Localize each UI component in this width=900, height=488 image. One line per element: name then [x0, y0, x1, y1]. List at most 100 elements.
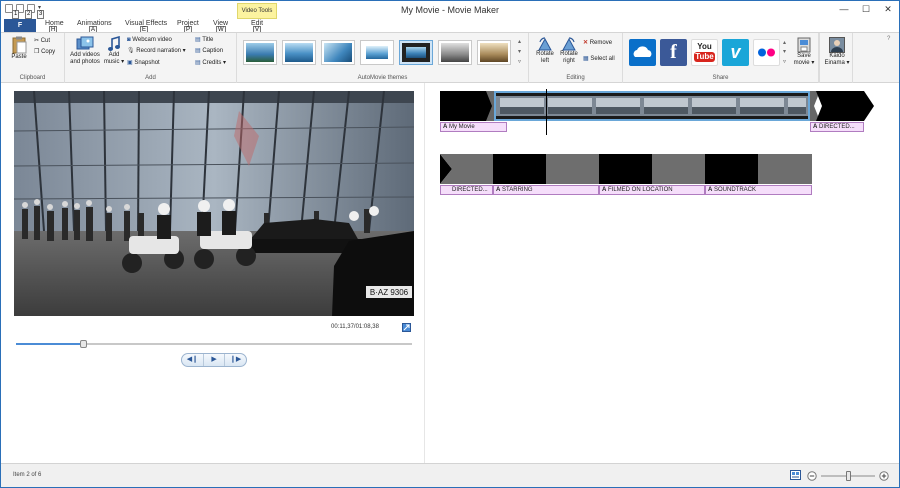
title-clip-my-movie[interactable] [440, 91, 494, 121]
rotate-left-label-1: Rotate [536, 51, 554, 57]
chevron-down-icon: ▾ [811, 60, 815, 66]
remove-label: Remove [589, 40, 613, 46]
title-label: Title [202, 37, 214, 43]
add-music-button[interactable]: Add music ▾ [103, 36, 125, 66]
group-share: f You Tube v ▴ ▾ ▿ Share [623, 33, 819, 83]
remove-button[interactable]: ✕ Remove [583, 39, 612, 47]
share-scroll-up-icon[interactable]: ▴ [783, 39, 786, 47]
theme-pan-zoom[interactable] [360, 40, 394, 65]
webcam-video-button[interactable]: ◙ Webcam video [127, 36, 172, 44]
next-frame-button[interactable]: ❙▶ [225, 354, 246, 366]
theme-default[interactable] [243, 40, 277, 65]
save-movie-button[interactable]: Save movie ▾ [793, 37, 815, 67]
vimeo-share-button[interactable]: v [722, 39, 749, 66]
zoom-slider-thumb[interactable] [846, 471, 851, 481]
theme-cinematic[interactable] [399, 40, 433, 65]
onedrive-share-button[interactable] [629, 39, 656, 66]
ribbon: Paste ✂ Cut ❐ Copy Clipboard Add videos … [1, 32, 899, 83]
play-button[interactable]: ▶ [204, 354, 226, 366]
caption-a-icon: A [496, 187, 501, 193]
zoom-out-icon[interactable] [807, 471, 817, 481]
title-bar: ▾ 1 2 3 Video Tools My Movie - Movie Mak… [1, 1, 899, 19]
seek-bar[interactable] [16, 340, 412, 348]
caption-directed-1[interactable]: A DIRECTED... [810, 122, 864, 132]
fullscreen-icon[interactable] [402, 323, 411, 332]
share-scroll-down-icon[interactable]: ▾ [783, 48, 786, 56]
caption-directed-2[interactable]: DIRECTED... [440, 185, 493, 195]
video-clip-selected[interactable] [494, 91, 810, 121]
theme-black-and-white[interactable] [438, 40, 472, 65]
seek-bar-thumb[interactable] [80, 340, 88, 348]
youtube-share-button[interactable]: You Tube [691, 39, 718, 66]
caption-my-movie-text: My Movie [449, 124, 475, 130]
user-avatar-icon [829, 37, 845, 53]
rotate-left-button[interactable]: Rotate left [533, 37, 557, 65]
caption-directed-2-text: DIRECTED... [452, 187, 488, 193]
share-more-icon[interactable]: ▿ [783, 58, 786, 66]
caption-soundtrack-text: SOUNDTRACK [714, 187, 757, 193]
zoom-in-icon[interactable] [879, 471, 889, 481]
user-last-name: Einama [824, 60, 845, 66]
credits-button[interactable]: ▤ Credits ▾ [195, 59, 226, 67]
themes-scroll-up-icon[interactable]: ▴ [518, 38, 521, 46]
rotate-left-label-2: left [540, 58, 549, 64]
minimize-button[interactable]: — [833, 1, 855, 17]
close-button[interactable]: ✕ [877, 1, 899, 17]
copy-button[interactable]: ❐ Copy [34, 48, 55, 56]
user-first-name: Kaido [829, 53, 845, 59]
webcam-label: Webcam video [132, 37, 172, 43]
caption-button[interactable]: ▤ Caption [195, 47, 223, 55]
video-preview[interactable]: B·AZ 9306 [14, 91, 414, 316]
clip-directed-2-thumbnail [440, 154, 493, 184]
title-button[interactable]: ▤ Title [195, 36, 213, 44]
clip-starring-dark[interactable] [493, 154, 546, 184]
window-controls: — ☐ ✕ [833, 1, 899, 17]
rotate-right-button[interactable]: Rotate right [557, 37, 581, 65]
clip-soundtrack-dark[interactable] [705, 154, 758, 184]
select-all-button[interactable]: ▦ Select all [583, 55, 615, 63]
add-videos-button[interactable]: Add videos and photos [67, 36, 103, 66]
clip-directed-2[interactable] [440, 154, 493, 184]
credits-clip-directed[interactable] [810, 91, 874, 121]
playback-controls: ◀❙ ▶ ❙▶ [181, 353, 247, 367]
chevron-down-icon: ▾ [223, 60, 227, 66]
themes-more-icon[interactable]: ▿ [518, 58, 521, 66]
paste-button[interactable]: Paste [7, 36, 31, 61]
account-button[interactable]: Kaido Einama ▾ [823, 37, 851, 67]
cut-button[interactable]: ✂ Cut [34, 37, 50, 45]
tab-file[interactable]: F [4, 19, 36, 32]
storyboard-view-icon[interactable] [790, 470, 801, 480]
caption-starring-text: STARRING [502, 187, 533, 193]
chevron-down-icon: ▾ [182, 48, 186, 54]
copy-label: Copy [41, 49, 56, 55]
themes-group-label: AutoMovie themes [357, 75, 408, 81]
clip-filmed-fade[interactable] [652, 154, 705, 184]
caption-my-movie[interactable]: A My Movie [440, 122, 507, 132]
theme-contemporary[interactable] [282, 40, 316, 65]
previous-frame-button[interactable]: ◀❙ [182, 354, 204, 366]
title-icon: ▤ [195, 37, 201, 43]
status-item-count: Item 2 of 6 [13, 472, 42, 478]
maximize-button[interactable]: ☐ [855, 1, 877, 17]
clip-soundtrack-fade[interactable] [758, 154, 812, 184]
record-narration-button[interactable]: 🎙 Record narration ▾ [127, 47, 186, 55]
snapshot-button[interactable]: ▣ Snapshot [127, 59, 160, 67]
window-title: My Movie - Movie Maker [400, 5, 499, 15]
caption-starring[interactable]: A STARRING [493, 185, 599, 195]
facebook-share-button[interactable]: f [660, 39, 687, 66]
license-plate-text: B·AZ 9306 [370, 288, 409, 297]
themes-scroll-down-icon[interactable]: ▾ [518, 48, 521, 56]
share-group-label: Share [712, 75, 729, 81]
caption-filmed-on-location[interactable]: A FILMED ON LOCATION [599, 185, 705, 195]
caption-soundtrack[interactable]: A SOUNDTRACK [705, 185, 812, 195]
playhead-indicator[interactable] [546, 89, 547, 135]
clip-starring-fade[interactable] [546, 154, 599, 184]
flickr-share-button[interactable] [753, 39, 780, 66]
help-icon[interactable]: ? [887, 35, 890, 43]
theme-fade[interactable] [321, 40, 355, 65]
credits-clip-thumbnail [810, 91, 874, 121]
paste-label: Paste [11, 54, 27, 60]
theme-sepia[interactable] [477, 40, 511, 65]
clip-filmed-dark[interactable] [599, 154, 652, 184]
vimeo-icon: v [730, 42, 741, 62]
